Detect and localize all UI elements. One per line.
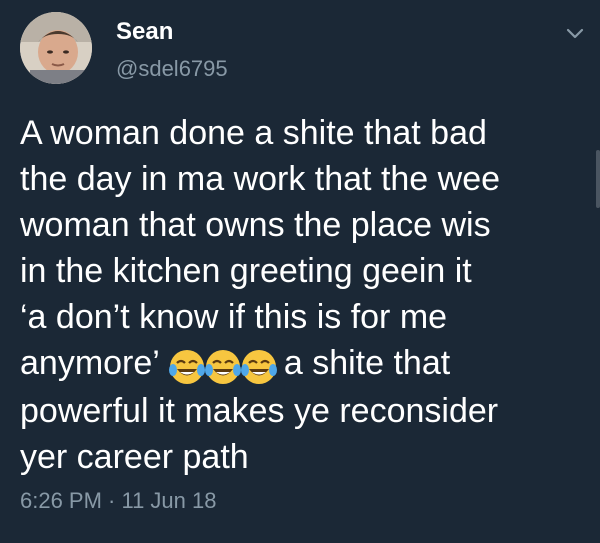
tweet-line: the day in ma work that the wee xyxy=(20,160,501,198)
scrollbar[interactable] xyxy=(596,150,600,208)
tweet-line: powerful it makes ye reconsider xyxy=(20,392,499,431)
tweet-line: ‘a don’t know if this is for me xyxy=(20,298,448,336)
tears-of-joy-emoji xyxy=(204,350,241,385)
emoji-group xyxy=(168,342,277,388)
tweet-line-part: anymore’ xyxy=(20,344,160,382)
tweet-text: A woman done a shite that bad the day in… xyxy=(20,110,590,480)
user-handle[interactable]: @sdel6795 xyxy=(116,56,228,82)
tweet-line-part: a shite that xyxy=(283,344,451,382)
tweet-line: yer career path xyxy=(20,438,249,477)
chevron-down-icon[interactable] xyxy=(564,22,586,44)
tweet-line: A woman done a shite that bad xyxy=(20,114,487,152)
tweet-timestamp[interactable]: 6:26 PM · 11 Jun 18 xyxy=(20,488,217,514)
tweet-card: Sean @sdel6795 A woman done a shite that… xyxy=(0,0,600,543)
tweet-line: woman that owns the place wis xyxy=(20,206,491,244)
tears-of-joy-emoji xyxy=(168,350,205,385)
tears-of-joy-emoji xyxy=(240,350,277,385)
display-name[interactable]: Sean xyxy=(116,18,173,46)
tweet-line: in the kitchen greeting geein it xyxy=(20,252,472,290)
avatar-photo xyxy=(20,12,92,84)
tweet-line-with-emoji: anymore’ a shite that xyxy=(20,340,590,388)
avatar[interactable] xyxy=(20,12,92,84)
